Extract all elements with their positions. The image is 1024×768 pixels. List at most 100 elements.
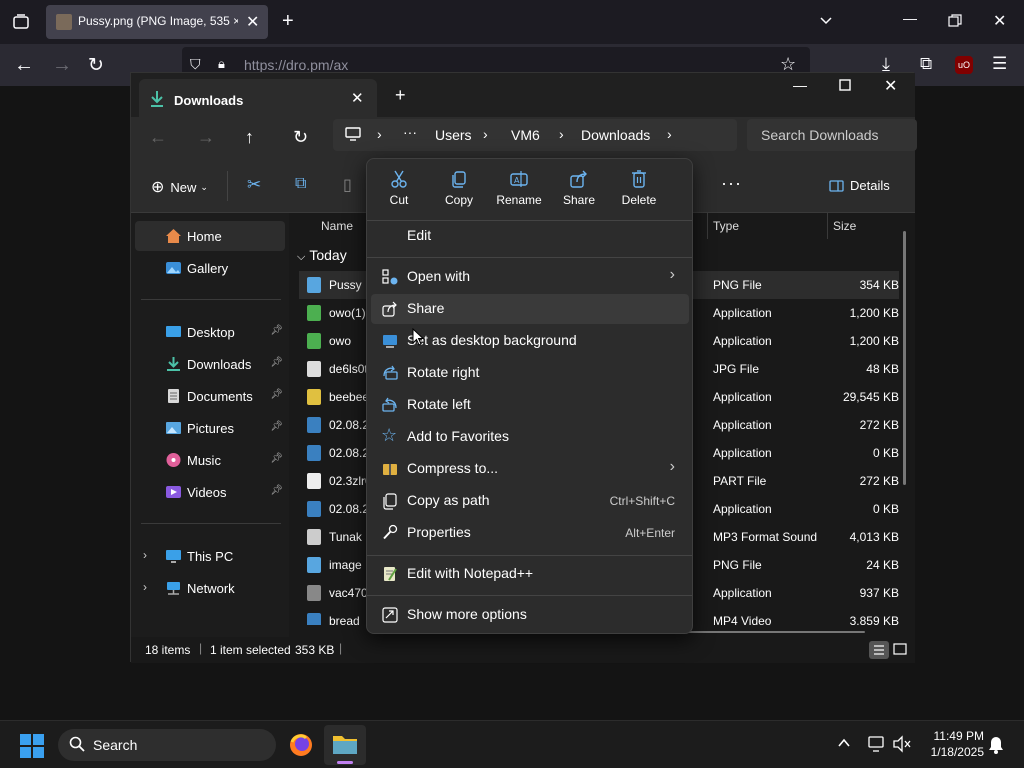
file-name: Tunak: [329, 530, 362, 544]
close-tab-icon[interactable]: ✕: [351, 89, 364, 107]
reload-icon[interactable]: ↻: [88, 54, 104, 77]
close-window-icon[interactable]: ✕: [884, 76, 897, 96]
copy-button[interactable]: Copy: [429, 167, 489, 217]
chevron-right-icon: ›: [669, 458, 675, 475]
menu-item-edit[interactable]: Edit: [371, 221, 689, 251]
share-button[interactable]: Share: [549, 167, 609, 217]
sidebar-item-label: Downloads: [187, 356, 252, 372]
column-divider[interactable]: [707, 213, 708, 239]
menu-item-properties[interactable]: Properties Alt+Enter: [371, 518, 689, 548]
chevron-right-icon[interactable]: ›: [143, 548, 147, 562]
up-icon[interactable]: ↑: [245, 127, 254, 148]
sidebar-item-downloads[interactable]: Downloads 📌︎: [135, 349, 285, 379]
tiles-view-icon[interactable]: [891, 641, 909, 659]
tab-list-icon[interactable]: [12, 13, 30, 31]
vertical-scrollbar[interactable]: [903, 231, 906, 485]
menu-item-share[interactable]: Share: [371, 294, 689, 324]
sidebar-item-label: Documents: [187, 388, 253, 404]
search-input[interactable]: Search Downloads: [747, 119, 917, 151]
breadcrumb-vm6[interactable]: VM6: [511, 127, 540, 143]
file-explorer-taskbar-button[interactable]: [324, 725, 366, 765]
new-button[interactable]: ⊕ New ⌄: [151, 177, 208, 197]
column-header-type[interactable]: Type: [713, 219, 739, 233]
breadcrumb-users[interactable]: Users: [435, 127, 472, 143]
more-options-icon[interactable]: ···: [721, 173, 742, 194]
sidebar-item-desktop[interactable]: Desktop 📌︎: [135, 317, 285, 347]
group-header-today[interactable]: ⌵ Today: [297, 247, 347, 264]
clock[interactable]: 11:49 PM 1/18/2025: [928, 729, 984, 759]
maximize-icon[interactable]: [839, 79, 851, 91]
back-icon[interactable]: ←: [14, 54, 34, 77]
sidebar-item-network[interactable]: › Network: [135, 573, 285, 603]
forward-icon[interactable]: →: [52, 54, 72, 77]
network-icon[interactable]: [866, 735, 886, 753]
more-path-icon[interactable]: ···: [403, 124, 417, 140]
column-header-size[interactable]: Size: [833, 219, 856, 233]
menu-item-add-to-favorites[interactable]: ☆ Add to Favorites: [371, 422, 689, 452]
sidebar-item-music[interactable]: Music 📌︎: [135, 445, 285, 475]
menu-icon[interactable]: ☰: [992, 54, 1007, 74]
sidebar-item-label: Videos: [187, 484, 227, 500]
taskbar-search[interactable]: Search: [58, 729, 276, 761]
chevron-up-icon[interactable]: [836, 735, 852, 751]
copy-icon[interactable]: ⧉: [295, 175, 306, 193]
sidebar-item-videos[interactable]: Videos 📌︎: [135, 477, 285, 507]
sidebar-item-gallery[interactable]: Gallery: [135, 253, 285, 283]
cut-icon[interactable]: ✂: [247, 175, 261, 195]
cut-button[interactable]: Cut: [369, 167, 429, 217]
details-view-icon[interactable]: [869, 641, 889, 659]
sidebar-item-pictures[interactable]: Pictures 📌︎: [135, 413, 285, 443]
ublock-icon[interactable]: uO: [955, 56, 973, 74]
paste-icon[interactable]: ▯: [343, 175, 352, 195]
menu-item-compress-to[interactable]: Compress to... ›: [371, 454, 689, 484]
sidebar-item-documents[interactable]: Documents 📌︎: [135, 381, 285, 411]
chevron-down-icon[interactable]: [818, 12, 834, 28]
browser-tab[interactable]: Pussy.png (PNG Image, 535 × 4 ✕: [46, 5, 268, 39]
notification-bell-icon[interactable]: [988, 736, 1004, 754]
menu-item-copy-as-path[interactable]: Copy as path Ctrl+Shift+C: [371, 486, 689, 516]
new-tab-icon[interactable]: +: [282, 10, 294, 33]
new-tab-icon[interactable]: +: [395, 85, 406, 106]
start-button[interactable]: [20, 734, 44, 758]
menu-item-rotate-left[interactable]: Rotate left: [371, 390, 689, 420]
chevron-right-icon[interactable]: ›: [143, 580, 147, 594]
menu-item-label: Rotate right: [407, 364, 480, 380]
menu-item-open-with[interactable]: Open with ›: [371, 262, 689, 292]
sidebar-item-this-pc[interactable]: › This PC: [135, 541, 285, 571]
file-type: Application: [713, 446, 772, 460]
column-divider[interactable]: [827, 213, 828, 239]
sidebar-item-home[interactable]: Home: [135, 221, 285, 251]
close-window-icon[interactable]: ✕: [993, 11, 1006, 31]
lock-icon[interactable]: 🔒︎: [218, 56, 225, 72]
details-button[interactable]: Details: [829, 178, 890, 193]
file-size: 24 KB: [866, 558, 899, 572]
pin-icon[interactable]: 📌︎: [270, 325, 283, 336]
delete-button[interactable]: Delete: [609, 167, 669, 217]
minimize-icon[interactable]: —: [793, 77, 807, 93]
rename-button[interactable]: A Rename: [489, 167, 549, 217]
column-header-name[interactable]: Name: [321, 219, 353, 233]
back-icon[interactable]: ←: [149, 127, 167, 148]
breadcrumb[interactable]: › ··· Users › VM6 › Downloads ›: [333, 119, 737, 151]
minimize-icon[interactable]: —: [903, 10, 917, 26]
shield-icon[interactable]: ⛉: [190, 56, 201, 73]
firefox-icon[interactable]: [288, 732, 314, 758]
explorer-tab[interactable]: Downloads ✕: [139, 79, 377, 117]
menu-item-edit-with-notepadpp[interactable]: Edit with Notepad++: [371, 559, 689, 589]
menu-item-show-more-options[interactable]: Show more options: [371, 600, 689, 630]
extensions-icon[interactable]: ⧉: [920, 54, 932, 74]
pin-icon[interactable]: 📌︎: [270, 485, 283, 496]
videos-icon: [165, 484, 182, 500]
restore-icon[interactable]: [948, 14, 962, 28]
volume-muted-icon[interactable]: [892, 735, 912, 753]
breadcrumb-downloads[interactable]: Downloads: [581, 127, 650, 143]
pin-icon[interactable]: 📌︎: [270, 357, 283, 368]
file-name: 02.08.2: [329, 418, 370, 432]
refresh-icon[interactable]: ↻: [293, 127, 308, 148]
menu-item-rotate-right[interactable]: Rotate right: [371, 358, 689, 388]
close-tab-icon[interactable]: ✕: [246, 12, 259, 32]
forward-icon[interactable]: →: [197, 127, 215, 148]
pin-icon[interactable]: 📌︎: [270, 389, 283, 400]
pin-icon[interactable]: 📌︎: [270, 453, 283, 464]
pin-icon[interactable]: 📌︎: [270, 421, 283, 432]
